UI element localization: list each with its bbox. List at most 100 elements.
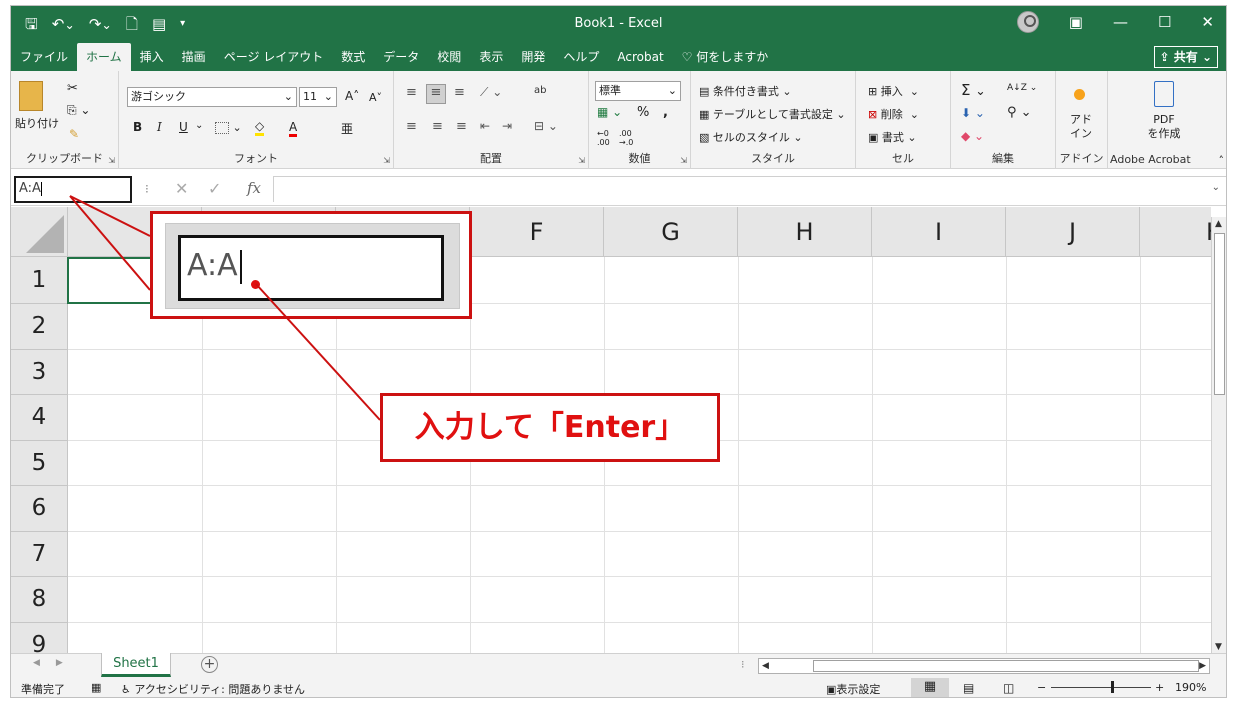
tab-help[interactable]: ヘルプ <box>554 43 608 71</box>
share-button[interactable]: ⇪ 共有 ⌄ <box>1153 46 1218 68</box>
font-size-select[interactable]: 11 ⌄ <box>299 87 337 107</box>
clear-icon[interactable]: ◆ ⌄ <box>961 129 984 143</box>
underline-dropdown-icon[interactable]: ⌄ <box>195 120 203 131</box>
zoom-level[interactable]: 190% <box>1175 681 1206 694</box>
format-as-table-button[interactable]: ▦ テーブルとして書式設定 ⌄ <box>699 106 846 122</box>
alignment-launcher-icon[interactable]: ⇲ <box>578 156 585 165</box>
format-painter-icon[interactable]: ✎ <box>69 127 79 141</box>
fill-color-icon[interactable]: ◇ <box>255 119 265 136</box>
cell-styles-button[interactable]: ▧ セルのスタイル ⌄ <box>699 129 803 145</box>
horizontal-scrollbar[interactable]: ◀ ▶ <box>758 658 1210 674</box>
collapse-ribbon-icon[interactable]: ˄ <box>1219 154 1225 167</box>
row-header[interactable]: 8 <box>11 577 68 623</box>
decrease-indent-icon[interactable]: ⇤ <box>480 119 490 133</box>
insert-cells-button[interactable]: ⊞ 挿入 ⌄ <box>868 83 919 99</box>
column-header[interactable]: I <box>872 207 1006 257</box>
scroll-down-icon[interactable]: ▼ <box>1215 642 1222 652</box>
borders-icon[interactable]: ⌄ <box>215 121 242 134</box>
increase-indent-icon[interactable]: ⇥ <box>502 119 512 133</box>
scroll-right-icon[interactable]: ▶ <box>1199 661 1206 671</box>
maximize-icon[interactable]: ☐ <box>1158 13 1171 31</box>
align-right-icon[interactable]: ≡ <box>456 119 467 134</box>
column-header[interactable]: F <box>470 207 604 257</box>
tab-split-grip-icon[interactable]: ⁝ <box>741 658 745 671</box>
conditional-formatting-button[interactable]: ▤ 条件付き書式 ⌄ <box>699 83 792 99</box>
formula-input[interactable] <box>273 176 1226 202</box>
paste-icon[interactable] <box>19 81 43 111</box>
phonetic-icon[interactable]: 亜 <box>341 120 353 137</box>
minimize-icon[interactable]: — <box>1113 13 1128 31</box>
cancel-icon[interactable]: ✕ <box>175 179 188 198</box>
increase-decimal-icon[interactable]: ←0.00 <box>597 129 610 147</box>
row-header[interactable]: 6 <box>11 486 68 532</box>
enter-icon[interactable]: ✓ <box>208 179 221 198</box>
addins-icon[interactable] <box>1074 89 1085 100</box>
sheet-tab-sheet1[interactable]: Sheet1 <box>101 653 171 677</box>
row-header[interactable]: 5 <box>11 441 68 486</box>
format-cells-button[interactable]: ▣ 書式 ⌄ <box>868 129 917 145</box>
tab-home[interactable]: ホーム <box>77 43 131 71</box>
tab-formulas[interactable]: 数式 <box>332 43 374 71</box>
horizontal-scroll-thumb[interactable] <box>813 660 1199 672</box>
autosum-icon[interactable]: Σ ⌄ <box>961 81 986 99</box>
macro-record-icon[interactable]: ▦ <box>91 681 101 694</box>
font-color-icon[interactable]: A <box>289 120 298 137</box>
column-header[interactable]: G <box>604 207 738 257</box>
vertical-scroll-thumb[interactable] <box>1214 233 1225 395</box>
page-layout-view-icon[interactable]: ▤ <box>963 681 974 695</box>
shrink-font-button[interactable]: A˅ <box>369 91 382 104</box>
tab-view[interactable]: 表示 <box>470 43 512 71</box>
grow-font-button[interactable]: A˄ <box>345 89 359 103</box>
clipboard-launcher-icon[interactable]: ⇲ <box>108 156 115 165</box>
italic-button[interactable]: I <box>157 120 162 134</box>
row-header[interactable]: 1 <box>11 257 68 304</box>
tab-file[interactable]: ファイル <box>11 43 77 71</box>
decrease-decimal-icon[interactable]: .00 →.0 <box>619 129 633 147</box>
fill-icon[interactable]: ⬇ ⌄ <box>961 106 985 120</box>
name-box[interactable]: A:A <box>14 176 132 203</box>
vertical-scrollbar[interactable]: ▲ ▼ <box>1211 217 1226 654</box>
row-header[interactable]: 4 <box>11 395 68 441</box>
align-center-icon[interactable]: ≡ <box>432 119 443 134</box>
currency-icon[interactable]: ▦ ⌄ <box>597 105 622 119</box>
zoom-in-icon[interactable]: + <box>1155 681 1164 694</box>
zoom-slider[interactable] <box>1051 681 1151 693</box>
align-top-icon[interactable]: ≡ <box>406 85 417 100</box>
font-launcher-icon[interactable]: ⇲ <box>383 156 390 165</box>
tab-review[interactable]: 校閲 <box>428 43 470 71</box>
close-icon[interactable]: ✕ <box>1201 13 1214 31</box>
tab-data[interactable]: データ <box>374 43 428 71</box>
number-launcher-icon[interactable]: ⇲ <box>680 156 687 165</box>
add-sheet-button[interactable]: + <box>201 656 218 673</box>
tab-developer[interactable]: 開発 <box>512 43 554 71</box>
column-header[interactable]: H <box>738 207 872 257</box>
sheet-nav-arrows-icon[interactable]: ◀▶ <box>33 658 79 668</box>
tab-acrobat[interactable]: Acrobat <box>608 43 672 71</box>
display-settings-button[interactable]: ▣表示設定 <box>826 681 880 697</box>
row-header[interactable]: 2 <box>11 304 68 350</box>
column-header[interactable]: K <box>1140 207 1211 257</box>
scroll-left-icon[interactable]: ◀ <box>762 661 769 671</box>
expand-formula-bar-icon[interactable]: ⌄ <box>1212 182 1220 193</box>
tab-page-layout[interactable]: ページ レイアウト <box>215 43 333 71</box>
cut-icon[interactable]: ✂ <box>67 81 78 96</box>
zoom-out-icon[interactable]: − <box>1037 681 1046 694</box>
tab-draw[interactable]: 描画 <box>173 43 215 71</box>
paste-label[interactable]: 貼り付け <box>15 115 59 131</box>
addins-button-label[interactable]: アド イン <box>1070 113 1092 141</box>
copy-icon[interactable]: ⎘ ⌄ <box>67 103 90 118</box>
row-header[interactable]: 7 <box>11 532 68 577</box>
underline-button[interactable]: U <box>179 120 188 134</box>
tell-me-search[interactable]: ♡ 何をしますか <box>673 43 778 71</box>
comma-icon[interactable]: , <box>663 105 668 120</box>
percent-icon[interactable]: % <box>637 105 649 120</box>
align-bottom-icon[interactable]: ≡ <box>454 85 465 100</box>
tab-insert[interactable]: 挿入 <box>131 43 173 71</box>
account-avatar-icon[interactable] <box>1016 11 1039 33</box>
create-pdf-label[interactable]: PDF を作成 <box>1132 113 1196 141</box>
insert-function-icon[interactable]: fx <box>247 179 261 197</box>
sort-filter-icon[interactable]: A↓Z ⌄ <box>1007 83 1037 93</box>
create-pdf-icon[interactable] <box>1154 81 1174 107</box>
normal-view-icon[interactable]: ▦ <box>911 678 949 697</box>
align-middle-icon[interactable]: ≡ <box>426 84 446 104</box>
